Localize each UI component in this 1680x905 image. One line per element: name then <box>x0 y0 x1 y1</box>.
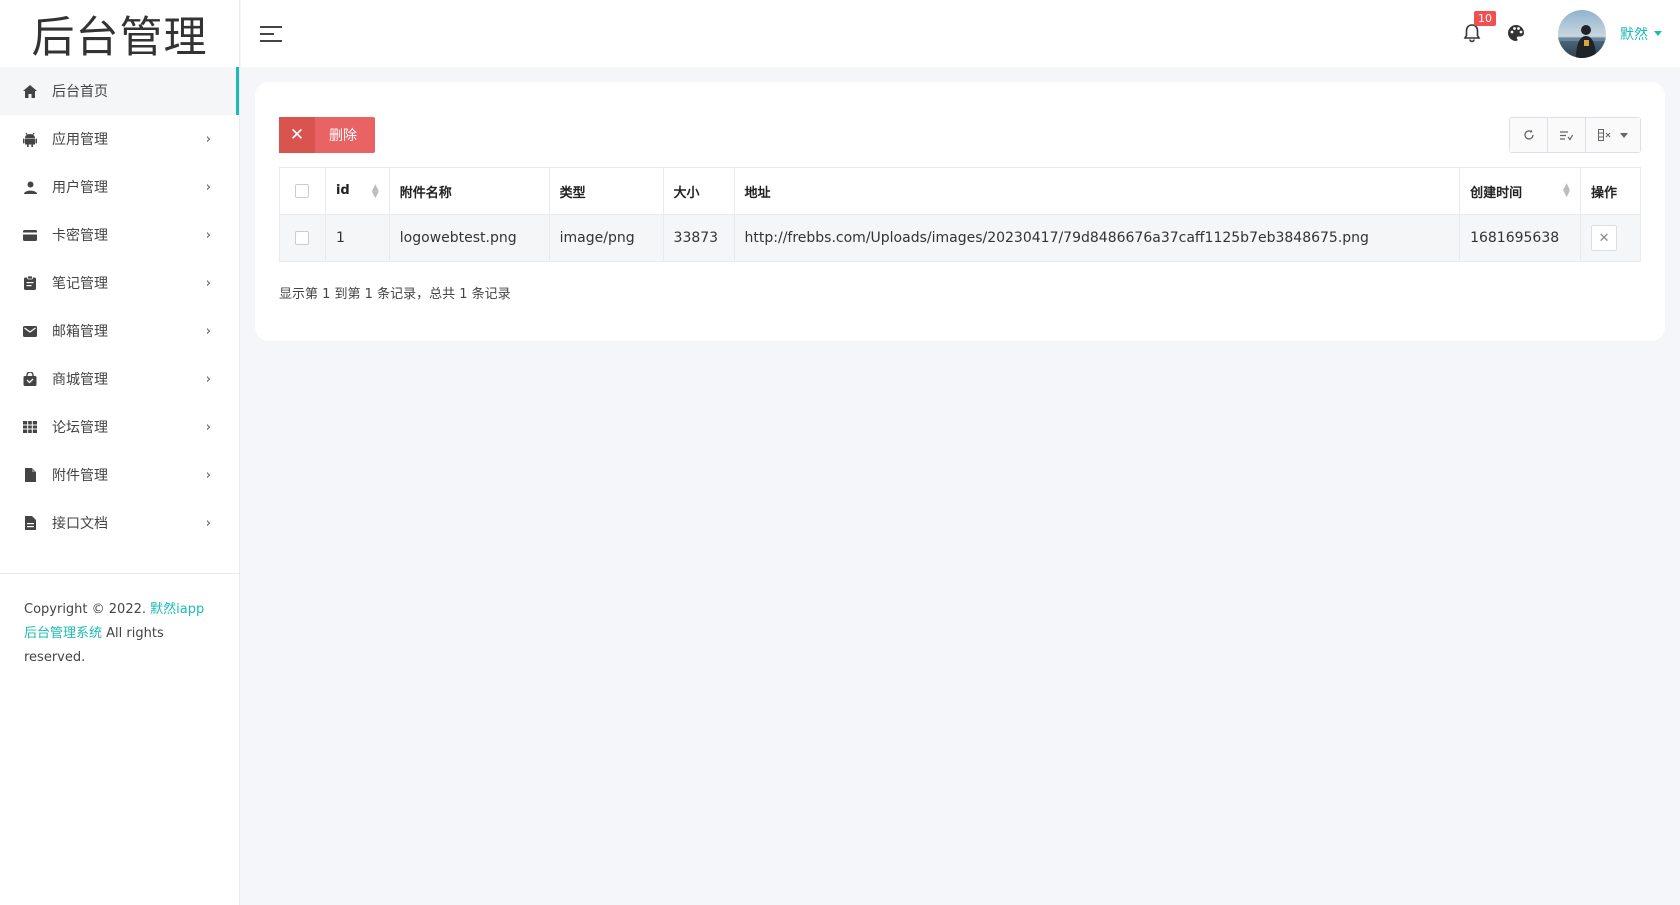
col-size: 大小 <box>662 167 735 215</box>
android-icon <box>22 131 38 147</box>
cell-size: 33873 <box>662 214 735 262</box>
sidebar-item-label: 用户管理 <box>52 180 108 196</box>
col-actions-label: 操作 <box>1591 185 1618 201</box>
sidebar-item-shop[interactable]: 商城管理 › <box>0 355 239 403</box>
sidebar-item-forum[interactable]: 论坛管理 › <box>0 403 239 451</box>
caret-down-icon[interactable] <box>1654 31 1662 36</box>
sidebar-item-users[interactable]: 用户管理 › <box>0 163 239 211</box>
col-size-label: 大小 <box>673 185 700 201</box>
sidebar-divider <box>0 573 240 574</box>
row-select-cell <box>279 214 326 262</box>
file-icon <box>22 467 38 483</box>
sidebar-item-api-docs[interactable]: 接口文档 › <box>0 499 239 547</box>
cell-created: 1681695638 <box>1459 214 1582 262</box>
attachments-panel: ✕ 删除 id ▲ ▼ 附件名称 类型 大小 地址 创建时间 ▲ ▼ 操作 1 … <box>255 82 1665 341</box>
site-logo[interactable]: 后台管理 <box>0 0 239 67</box>
close-icon: ✕ <box>279 117 315 153</box>
chevron-right-icon: › <box>205 323 211 339</box>
refresh-button[interactable] <box>1510 118 1548 152</box>
sidebar-item-label: 卡密管理 <box>52 228 108 244</box>
close-icon: ✕ <box>1598 230 1610 246</box>
table-header-row: id ▲ ▼ 附件名称 类型 大小 地址 创建时间 ▲ ▼ 操作 <box>279 167 1641 215</box>
chevron-right-icon: › <box>205 275 211 291</box>
toggle-view-button[interactable] <box>1548 118 1586 152</box>
doc-icon <box>22 515 38 531</box>
chevron-right-icon: › <box>205 371 211 387</box>
shop-icon <box>22 371 38 387</box>
grid-icon <box>22 419 38 435</box>
col-url: 地址 <box>733 167 1461 215</box>
copyright: Copyright © 2022. 默然iapp后台管理系统 All right… <box>24 598 214 670</box>
col-type: 类型 <box>548 167 664 215</box>
col-id-label: id <box>335 183 350 198</box>
home-icon <box>22 83 38 99</box>
user-avatar[interactable] <box>1558 9 1606 58</box>
col-type-label: 类型 <box>559 185 586 201</box>
card-icon <box>22 227 38 243</box>
cell-id: 1 <box>324 214 390 262</box>
sort-icon: ▲ ▼ <box>371 183 379 200</box>
clipboard-icon <box>22 275 38 291</box>
pagination-info: 显示第 1 到第 1 条记录，总共 1 条记录 <box>279 287 511 302</box>
sidebar-item-label: 附件管理 <box>52 468 108 484</box>
sidebar: 后台管理 后台首页 应用管理 › 用户管理 › 卡密管理 › 笔记管理 › 邮箱… <box>0 0 240 905</box>
sidebar-item-mail[interactable]: 邮箱管理 › <box>0 307 239 355</box>
col-id[interactable]: id ▲ ▼ <box>324 167 390 215</box>
columns-dropdown-button[interactable] <box>1586 118 1640 152</box>
chevron-right-icon: › <box>205 515 211 531</box>
top-header: 10 默然 <box>241 0 1680 67</box>
sort-icon: ▲ ▼ <box>1563 181 1571 199</box>
delete-button[interactable]: ✕ 删除 <box>279 117 375 153</box>
chevron-right-icon: › <box>205 467 211 483</box>
chevron-right-icon: › <box>205 227 211 243</box>
copyright-prefix: Copyright © 2022. <box>24 602 147 617</box>
sidebar-item-label: 邮箱管理 <box>52 324 108 340</box>
user-icon <box>22 179 38 195</box>
cell-url: http://frebbs.com/Uploads/images/2023041… <box>733 214 1461 262</box>
col-created[interactable]: 创建时间 ▲ ▼ <box>1459 167 1582 215</box>
cell-actions: ✕ <box>1580 214 1641 262</box>
sidebar-item-label: 后台首页 <box>52 84 108 100</box>
sidebar-item-label: 论坛管理 <box>52 420 108 436</box>
header-right: 10 默然 <box>1462 0 1680 67</box>
delete-button-label: 删除 <box>329 128 357 144</box>
refresh-icon <box>1523 129 1534 140</box>
table-row[interactable]: 1 logowebtest.png image/png 33873 http:/… <box>279 214 1641 262</box>
select-all-checkbox[interactable] <box>295 184 310 198</box>
chevron-right-icon: › <box>205 419 211 435</box>
sidebar-item-label: 应用管理 <box>52 132 108 148</box>
sidebar-item-label: 笔记管理 <box>52 276 108 292</box>
select-all-cell <box>279 167 326 215</box>
col-name: 附件名称 <box>388 167 550 215</box>
sidebar-item-label: 接口文档 <box>52 516 108 532</box>
sidebar-item-home[interactable]: 后台首页 <box>0 67 239 115</box>
notification-badge: 10 <box>1474 10 1496 26</box>
col-url-label: 地址 <box>744 185 771 201</box>
columns-icon <box>1598 129 1611 141</box>
username-label[interactable]: 默然 <box>1620 24 1648 44</box>
row-delete-button[interactable]: ✕ <box>1591 225 1618 251</box>
notification-bell-icon[interactable]: 10 <box>1462 10 1496 45</box>
menu-toggle-icon[interactable] <box>260 25 282 42</box>
cell-type: image/png <box>548 214 664 262</box>
caret-down-icon <box>1620 132 1628 138</box>
table-toolbar <box>1509 117 1641 153</box>
sidebar-item-label: 商城管理 <box>52 372 108 388</box>
cell-name: logowebtest.png <box>388 214 550 262</box>
sidebar-item-notes[interactable]: 笔记管理 › <box>0 259 239 307</box>
mail-icon <box>22 323 38 339</box>
sidebar-menu: 后台首页 应用管理 › 用户管理 › 卡密管理 › 笔记管理 › 邮箱管理 › … <box>0 67 239 547</box>
sidebar-item-cards[interactable]: 卡密管理 › <box>0 211 239 259</box>
chevron-right-icon: › <box>205 179 211 195</box>
list-toggle-icon <box>1560 130 1573 141</box>
sidebar-item-apps[interactable]: 应用管理 › <box>0 115 239 163</box>
row-checkbox[interactable] <box>295 231 310 245</box>
attachments-table: id ▲ ▼ 附件名称 类型 大小 地址 创建时间 ▲ ▼ 操作 1 logowebte… <box>279 167 1641 262</box>
col-actions: 操作 <box>1580 167 1641 215</box>
sidebar-item-attachments[interactable]: 附件管理 › <box>0 451 239 499</box>
palette-icon[interactable] <box>1506 23 1528 45</box>
chevron-right-icon: › <box>205 131 211 147</box>
col-name-label: 附件名称 <box>399 185 452 201</box>
col-created-label: 创建时间 <box>1470 185 1523 201</box>
